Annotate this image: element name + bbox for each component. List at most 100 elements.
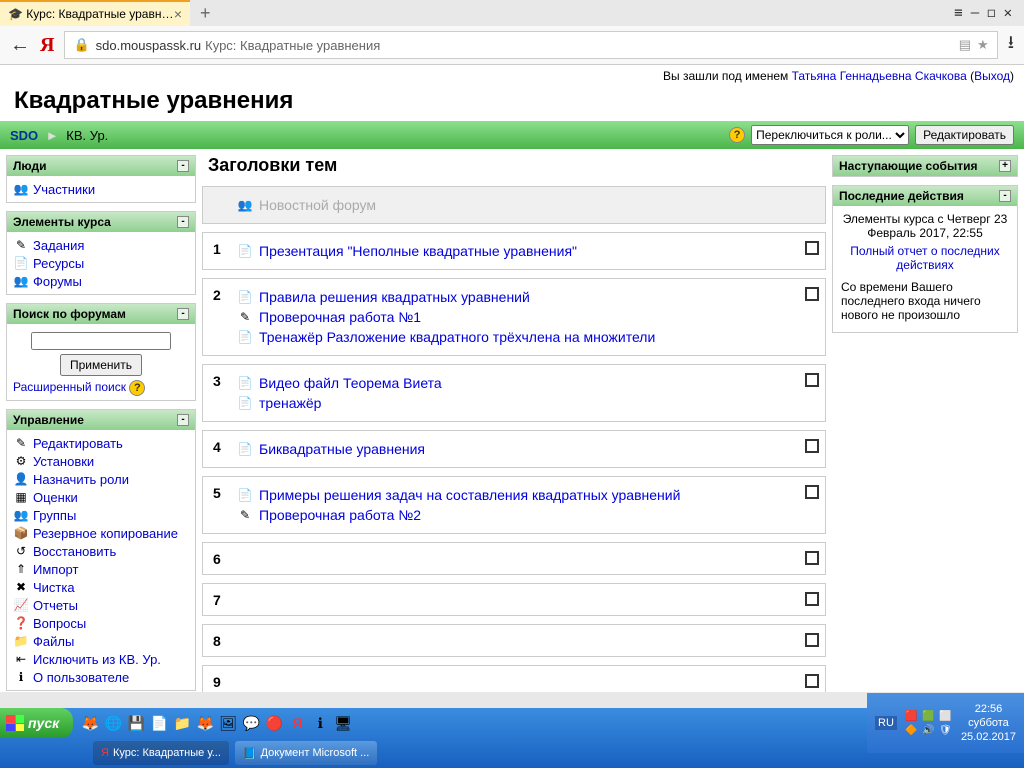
- activity-item[interactable]: 📄Примеры решения задач на составления кв…: [237, 485, 791, 505]
- search-submit-button[interactable]: Применить: [60, 354, 142, 376]
- block-item[interactable]: 📄Ресурсы: [13, 254, 189, 272]
- breadcrumb-home[interactable]: SDO: [10, 128, 38, 143]
- advanced-search-link[interactable]: Расширенный поиск: [13, 380, 126, 394]
- activity-item[interactable]: 📄Правила решения квадратных уравнений: [237, 287, 791, 307]
- topic-checkbox-icon[interactable]: [805, 674, 819, 688]
- ql-icon[interactable]: 🦊: [196, 714, 214, 732]
- topic-number: 2: [203, 279, 233, 355]
- block-item[interactable]: 👥Участники: [13, 180, 189, 198]
- translate-icon[interactable]: ▤: [959, 37, 971, 53]
- topic-number: 5: [203, 477, 233, 533]
- full-report-link[interactable]: Полный отчет о последних действиях: [850, 244, 1000, 272]
- topic-checkbox-icon[interactable]: [805, 551, 819, 565]
- bookmark-icon[interactable]: ★: [977, 37, 989, 53]
- activity-item[interactable]: 📄Биквадратные уравнения: [237, 439, 791, 459]
- minimize-icon[interactable]: —: [971, 5, 979, 21]
- collapse-icon[interactable]: -: [177, 308, 189, 320]
- topic-checkbox-icon[interactable]: [805, 633, 819, 647]
- block-item[interactable]: ✖Чистка: [13, 578, 189, 596]
- block-item[interactable]: ⚙Установки: [13, 452, 189, 470]
- block-upcoming: Наступающие события+: [832, 155, 1018, 177]
- activity-item[interactable]: 📄Презентация "Неполные квадратные уравне…: [237, 241, 791, 261]
- collapse-icon[interactable]: -: [999, 190, 1011, 202]
- maximize-icon[interactable]: ◻: [987, 5, 995, 21]
- block-item[interactable]: 📈Отчеты: [13, 596, 189, 614]
- ql-icon[interactable]: 🦊: [81, 714, 99, 732]
- activity-item[interactable]: ✎Проверочная работа №1: [237, 307, 791, 327]
- tray-icon[interactable]: 🟥: [905, 711, 919, 722]
- tray-icon[interactable]: 🔊: [922, 725, 936, 736]
- ql-icon[interactable]: Я: [288, 714, 306, 732]
- topic-section: 5📄Примеры решения задач на составления к…: [202, 476, 826, 534]
- collapse-icon[interactable]: -: [177, 414, 189, 426]
- tray-icon[interactable]: 🔶: [905, 725, 919, 736]
- ql-icon[interactable]: 🌐: [104, 714, 122, 732]
- topic-checkbox-icon[interactable]: [805, 287, 819, 301]
- collapse-icon[interactable]: -: [177, 216, 189, 228]
- block-item[interactable]: ⇑Импорт: [13, 560, 189, 578]
- topic-checkbox-icon[interactable]: [805, 373, 819, 387]
- forum-search-input[interactable]: [31, 332, 171, 350]
- block-item[interactable]: ✎Редактировать: [13, 434, 189, 452]
- ql-icon[interactable]: 💾: [127, 714, 145, 732]
- yandex-logo[interactable]: Я: [40, 34, 54, 57]
- taskbar-task[interactable]: 📘Документ Microsoft ...: [235, 741, 377, 765]
- new-tab-button[interactable]: +: [190, 3, 221, 24]
- help-icon[interactable]: ?: [129, 380, 145, 396]
- block-item[interactable]: 📁Файлы: [13, 632, 189, 650]
- ql-icon[interactable]: 📄: [150, 714, 168, 732]
- tray-icon[interactable]: 🛡: [939, 725, 953, 736]
- block-item[interactable]: 👥Группы: [13, 506, 189, 524]
- block-item[interactable]: ❓Вопросы: [13, 614, 189, 632]
- help-icon[interactable]: ?: [729, 127, 745, 143]
- topic-number: [203, 187, 233, 223]
- activity-item[interactable]: 👥Новостной форум: [237, 195, 791, 215]
- topic-checkbox-icon[interactable]: [805, 241, 819, 255]
- topic-checkbox-icon[interactable]: [805, 592, 819, 606]
- menu-icon[interactable]: ≡: [954, 5, 962, 21]
- ql-icon[interactable]: 🖥: [334, 714, 352, 732]
- address-bar[interactable]: 🔒 sdo.mouspassk.ru Курс: Квадратные урав…: [64, 31, 997, 59]
- taskbar-task[interactable]: ЯКурс: Квадратные у...: [93, 741, 229, 765]
- activity-item[interactable]: 📄тренажёр: [237, 393, 791, 413]
- activity-item[interactable]: 📄Видео файл Теорема Виета: [237, 373, 791, 393]
- user-profile-link[interactable]: Татьяна Геннадьевна Скачкова: [792, 69, 967, 83]
- start-button[interactable]: пуск: [0, 708, 73, 738]
- topic-checkbox-icon[interactable]: [805, 439, 819, 453]
- tray-icon[interactable]: 🟩: [922, 711, 936, 722]
- item-icon: ❓: [13, 615, 29, 631]
- collapse-icon[interactable]: -: [177, 160, 189, 172]
- login-info: Вы зашли под именем Татьяна Геннадьевна …: [0, 65, 1024, 85]
- expand-icon[interactable]: +: [999, 160, 1011, 172]
- tab-close-icon[interactable]: ×: [174, 6, 182, 22]
- topic-number: 9: [203, 666, 233, 692]
- block-item[interactable]: ℹО пользователе: [13, 668, 189, 686]
- block-item[interactable]: 👤Назначить роли: [13, 470, 189, 488]
- edit-button[interactable]: Редактировать: [915, 125, 1014, 145]
- topic-checkbox-icon[interactable]: [805, 485, 819, 499]
- ql-icon[interactable]: 🔴: [265, 714, 283, 732]
- ql-icon[interactable]: 🖼: [219, 714, 237, 732]
- ql-icon[interactable]: 💬: [242, 714, 260, 732]
- role-select[interactable]: Переключиться к роли...: [751, 125, 909, 145]
- block-item[interactable]: 👥Форумы: [13, 272, 189, 290]
- browser-tab[interactable]: 🎓 Курс: Квадратные уравн… ×: [0, 0, 190, 26]
- logout-link[interactable]: Выход: [974, 69, 1010, 83]
- back-button[interactable]: ←: [10, 34, 30, 57]
- tray-icon[interactable]: ⬜: [939, 711, 953, 722]
- block-item[interactable]: 📦Резервное копирование: [13, 524, 189, 542]
- block-item[interactable]: ✎Задания: [13, 236, 189, 254]
- close-icon[interactable]: ✕: [1004, 5, 1012, 21]
- block-item[interactable]: ▦Оценки: [13, 488, 189, 506]
- activity-item[interactable]: 📄Тренажёр Разложение квадратного трёхчле…: [237, 327, 791, 347]
- activity-item[interactable]: ✎Проверочная работа №2: [237, 505, 791, 525]
- block-item[interactable]: ⇤Исключить из КВ. Ур.: [13, 650, 189, 668]
- tab-favicon: 🎓: [8, 7, 23, 21]
- block-item[interactable]: ↺Восстановить: [13, 542, 189, 560]
- item-icon: 📦: [13, 525, 29, 541]
- ql-icon[interactable]: 📁: [173, 714, 191, 732]
- downloads-icon[interactable]: ⭳: [1008, 30, 1014, 60]
- ql-icon[interactable]: ℹ: [311, 714, 329, 732]
- topic-section: 👥Новостной форум: [202, 186, 826, 224]
- language-indicator[interactable]: RU: [875, 716, 897, 730]
